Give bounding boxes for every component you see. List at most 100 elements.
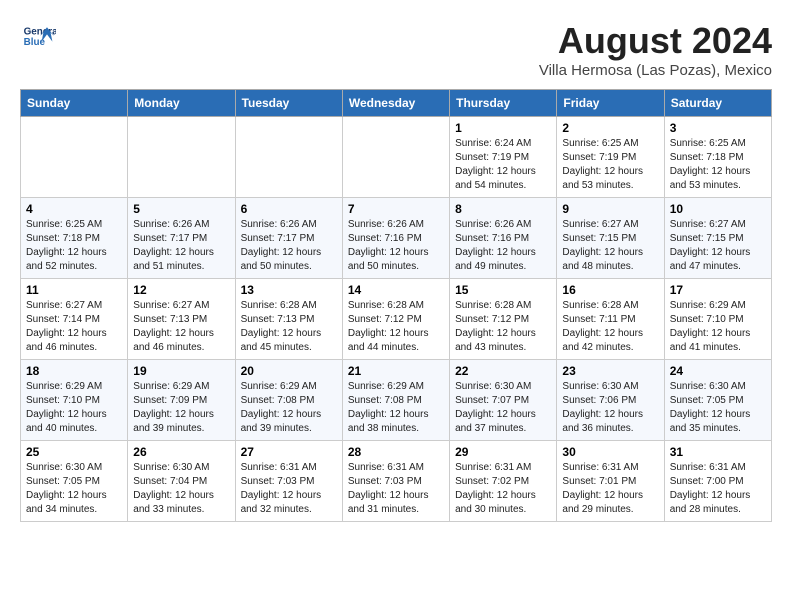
day-number: 27 [241,445,337,459]
day-number: 3 [670,121,766,135]
calendar-cell: 29 Sunrise: 6:31 AMSunset: 7:02 PMDayligh… [450,441,557,522]
day-number: 13 [241,283,337,297]
day-number: 6 [241,202,337,216]
day-detail: Sunrise: 6:30 AMSunset: 7:06 PMDaylight:… [562,380,658,436]
day-number: 9 [562,202,658,216]
day-number: 4 [26,202,122,216]
day-number: 12 [133,283,229,297]
day-detail: Sunrise: 6:28 AMSunset: 7:11 PMDaylight:… [562,299,658,355]
day-header-wednesday: Wednesday [342,90,449,117]
day-number: 10 [670,202,766,216]
calendar-cell: 31 Sunrise: 6:31 AMSunset: 7:00 PMDayligh… [664,441,771,522]
calendar-cell [235,117,342,198]
calendar-cell: 22Sunrise: 6:30 AMSunset: 7:07 PMDayligh… [450,360,557,441]
day-number: 28 [348,445,444,459]
logo-icon: General Blue [20,20,56,56]
title-area: August 2024 Villa Hermosa (Las Pozas), M… [539,20,772,79]
calendar-cell: 5Sunrise: 6:26 AMSunset: 7:17 PMDaylight… [128,198,235,279]
day-detail: Sunrise: 6:31 AMSunset: 7:00 PMDaylight:… [670,461,766,517]
day-number: 19 [133,364,229,378]
day-detail: Sunrise: 6:26 AMSunset: 7:16 PMDaylight:… [348,218,444,274]
day-detail: Sunrise: 6:28 AMSunset: 7:13 PMDaylight:… [241,299,337,355]
calendar-cell: 30Sunrise: 6:31 AMSunset: 7:01 PMDayligh… [557,441,664,522]
day-detail: Sunrise: 6:29 AMSunset: 7:09 PMDaylight:… [133,380,229,436]
calendar-cell: 18 Sunrise: 6:29 AMSunset: 7:10 PMDayligh… [21,360,128,441]
day-detail: Sunrise: 6:29 AMSunset: 7:10 PMDaylight:… [26,380,122,436]
day-detail: Sunrise: 6:29 AMSunset: 7:08 PMDaylight:… [348,380,444,436]
day-number: 17 [670,283,766,297]
day-header-thursday: Thursday [450,90,557,117]
calendar-cell: 16Sunrise: 6:28 AMSunset: 7:11 PMDayligh… [557,279,664,360]
day-detail: Sunrise: 6:31 AMSunset: 7:03 PMDaylight:… [348,461,444,517]
calendar-cell: 24Sunrise: 6:30 AMSunset: 7:05 PMDayligh… [664,360,771,441]
day-detail: Sunrise: 6:27 AMSunset: 7:14 PMDaylight:… [26,299,122,355]
day-detail: Sunrise: 6:30 AMSunset: 7:05 PMDaylight:… [670,380,766,436]
calendar-cell: 28 Sunrise: 6:31 AMSunset: 7:03 PMDayligh… [342,441,449,522]
day-detail: Sunrise: 6:31 AMSunset: 7:03 PMDaylight:… [241,461,337,517]
week-row-5: 25 Sunrise: 6:30 AMSunset: 7:05 PMDayligh… [21,441,772,522]
week-row-4: 18 Sunrise: 6:29 AMSunset: 7:10 PMDayligh… [21,360,772,441]
day-detail: Sunrise: 6:27 AMSunset: 7:15 PMDaylight:… [562,218,658,274]
day-detail: Sunrise: 6:24 AMSunset: 7:19 PMDaylight:… [455,137,551,193]
day-number: 1 [455,121,551,135]
day-detail: Sunrise: 6:30 AMSunset: 7:05 PMDaylight:… [26,461,122,517]
day-header-saturday: Saturday [664,90,771,117]
calendar-cell: 21 Sunrise: 6:29 AMSunset: 7:08 PMDayligh… [342,360,449,441]
logo: General Blue [20,20,56,56]
calendar-cell: 15 Sunrise: 6:28 AMSunset: 7:12 PMDayligh… [450,279,557,360]
calendar-cell: 8Sunrise: 6:26 AMSunset: 7:16 PMDaylight… [450,198,557,279]
day-header-tuesday: Tuesday [235,90,342,117]
day-number: 25 [26,445,122,459]
day-detail: Sunrise: 6:28 AMSunset: 7:12 PMDaylight:… [455,299,551,355]
day-number: 18 [26,364,122,378]
day-detail: Sunrise: 6:28 AMSunset: 7:12 PMDaylight:… [348,299,444,355]
day-detail: Sunrise: 6:29 AMSunset: 7:10 PMDaylight:… [670,299,766,355]
calendar-cell: 20 Sunrise: 6:29 AMSunset: 7:08 PMDayligh… [235,360,342,441]
day-detail: Sunrise: 6:25 AMSunset: 7:18 PMDaylight:… [670,137,766,193]
day-number: 29 [455,445,551,459]
day-number: 20 [241,364,337,378]
calendar-cell: 13 Sunrise: 6:28 AMSunset: 7:13 PMDayligh… [235,279,342,360]
calendar-title: August 2024 [539,20,772,62]
day-number: 26 [133,445,229,459]
day-detail: Sunrise: 6:29 AMSunset: 7:08 PMDaylight:… [241,380,337,436]
day-detail: Sunrise: 6:31 AMSunset: 7:02 PMDaylight:… [455,461,551,517]
week-row-2: 4 Sunrise: 6:25 AMSunset: 7:18 PMDaylight… [21,198,772,279]
calendar-cell: 26 Sunrise: 6:30 AMSunset: 7:04 PMDayligh… [128,441,235,522]
week-row-3: 11Sunrise: 6:27 AMSunset: 7:14 PMDayligh… [21,279,772,360]
calendar-cell: 9 Sunrise: 6:27 AMSunset: 7:15 PMDaylight… [557,198,664,279]
calendar-cell [21,117,128,198]
calendar-cell: 7 Sunrise: 6:26 AMSunset: 7:16 PMDaylight… [342,198,449,279]
day-header-friday: Friday [557,90,664,117]
day-number: 21 [348,364,444,378]
week-row-1: 1 Sunrise: 6:24 AMSunset: 7:19 PMDaylight… [21,117,772,198]
calendar-subtitle: Villa Hermosa (Las Pozas), Mexico [539,62,772,79]
day-detail: Sunrise: 6:26 AMSunset: 7:17 PMDaylight:… [241,218,337,274]
day-header-monday: Monday [128,90,235,117]
day-detail: Sunrise: 6:25 AMSunset: 7:18 PMDaylight:… [26,218,122,274]
day-detail: Sunrise: 6:27 AMSunset: 7:15 PMDaylight:… [670,218,766,274]
day-number: 8 [455,202,551,216]
calendar-header-row: SundayMondayTuesdayWednesdayThursdayFrid… [21,90,772,117]
day-number: 23 [562,364,658,378]
day-number: 31 [670,445,766,459]
calendar-body: 1 Sunrise: 6:24 AMSunset: 7:19 PMDaylight… [21,117,772,522]
calendar-cell: 25 Sunrise: 6:30 AMSunset: 7:05 PMDayligh… [21,441,128,522]
day-number: 30 [562,445,658,459]
calendar-cell: 27 Sunrise: 6:31 AMSunset: 7:03 PMDayligh… [235,441,342,522]
day-detail: Sunrise: 6:30 AMSunset: 7:04 PMDaylight:… [133,461,229,517]
day-number: 15 [455,283,551,297]
calendar-cell: 19 Sunrise: 6:29 AMSunset: 7:09 PMDayligh… [128,360,235,441]
day-detail: Sunrise: 6:25 AMSunset: 7:19 PMDaylight:… [562,137,658,193]
calendar-cell: 6 Sunrise: 6:26 AMSunset: 7:17 PMDaylight… [235,198,342,279]
calendar-cell: 14 Sunrise: 6:28 AMSunset: 7:12 PMDayligh… [342,279,449,360]
day-detail: Sunrise: 6:27 AMSunset: 7:13 PMDaylight:… [133,299,229,355]
day-number: 14 [348,283,444,297]
calendar-cell: 10 Sunrise: 6:27 AMSunset: 7:15 PMDayligh… [664,198,771,279]
day-number: 2 [562,121,658,135]
day-detail: Sunrise: 6:26 AMSunset: 7:17 PMDaylight:… [133,218,229,274]
calendar-cell: 17 Sunrise: 6:29 AMSunset: 7:10 PMDayligh… [664,279,771,360]
day-detail: Sunrise: 6:30 AMSunset: 7:07 PMDaylight:… [455,380,551,436]
day-number: 7 [348,202,444,216]
calendar-cell: 12 Sunrise: 6:27 AMSunset: 7:13 PMDayligh… [128,279,235,360]
